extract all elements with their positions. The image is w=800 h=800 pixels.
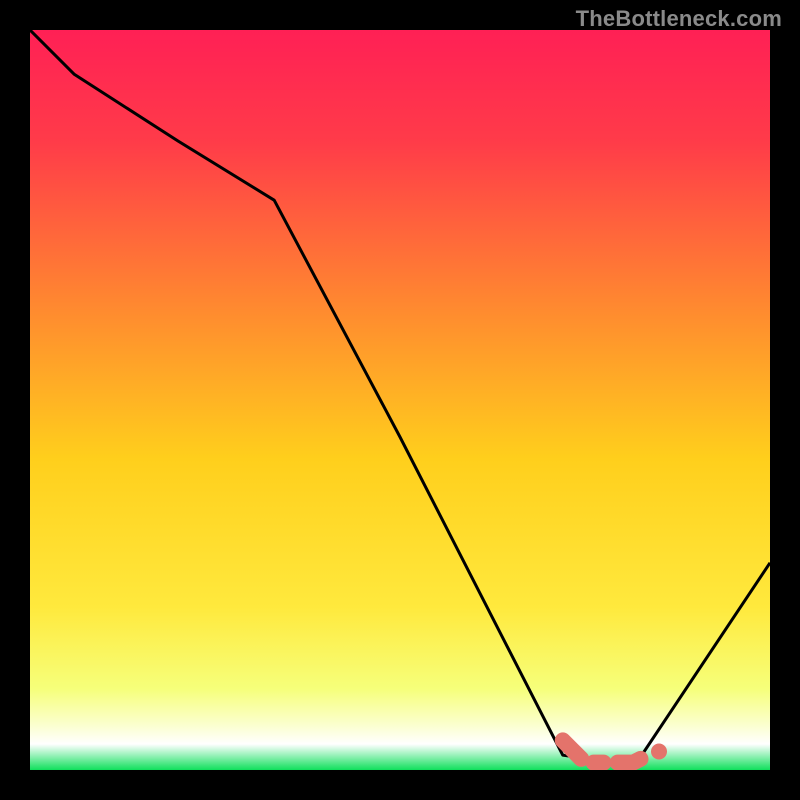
gradient-background [30, 30, 770, 770]
chart-svg [30, 30, 770, 770]
chart-frame: TheBottleneck.com [0, 0, 800, 800]
plot-area [30, 30, 770, 770]
optimal-point-dot [651, 744, 667, 760]
watermark-label: TheBottleneck.com [576, 6, 782, 32]
